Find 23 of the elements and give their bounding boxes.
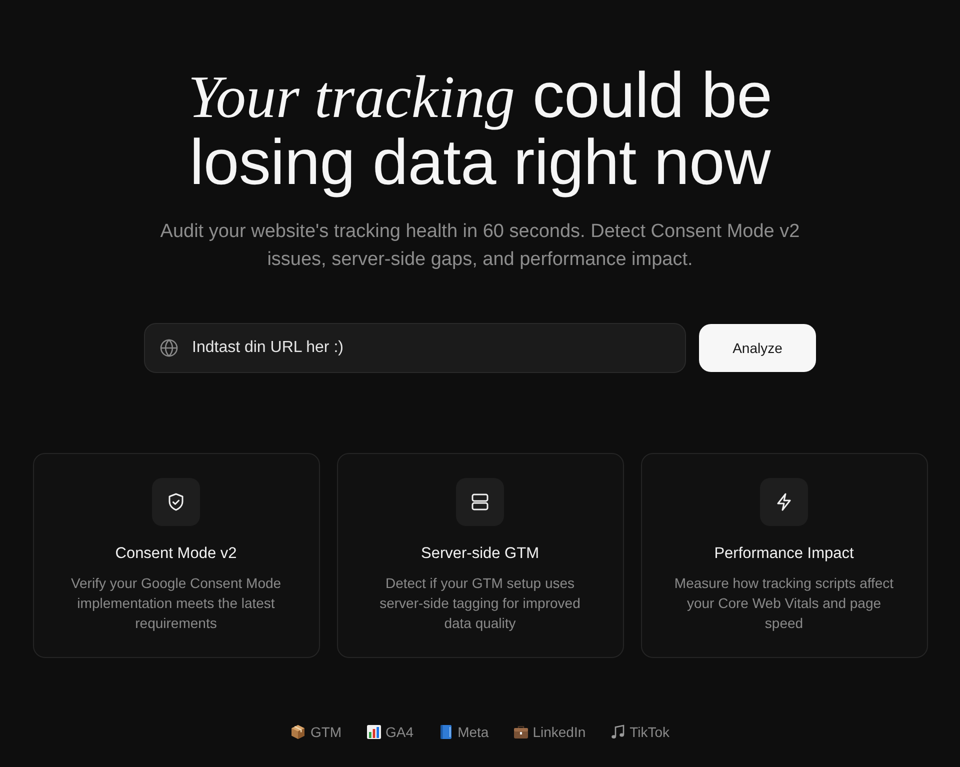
platform-label: GTM	[310, 723, 342, 742]
subtitle: Audit your website's tracking health in 60 seconds. Detect Consent Mode v2 issues, server-side gaps, and performance impact.	[159, 220, 801, 272]
shield-check-icon	[152, 478, 200, 526]
feature-title: Performance Impact	[714, 544, 854, 564]
feature-description: Measure how tracking scripts affect your Core Web Vitals and page speed	[673, 574, 895, 633]
feature-description: Verify your Google Consent Mode implementation meets the latest requirements	[70, 574, 282, 633]
platform-label: LinkedIn	[532, 723, 586, 742]
url-input-field[interactable]: Indtast din URL her :)	[144, 323, 686, 373]
feature-title: Server-side GTM	[421, 544, 539, 564]
platform-label: GA4	[386, 723, 414, 742]
globe-icon	[160, 339, 178, 357]
lightning-icon	[760, 478, 808, 526]
analyze-button[interactable]: Analyze	[699, 324, 816, 372]
server-icon	[456, 478, 504, 526]
package-icon	[290, 724, 306, 740]
platform-label: TikTok	[630, 723, 670, 742]
bar-chart-icon	[366, 724, 382, 740]
feature-description: Detect if your GTM setup uses server-side tagging for improved data quality	[378, 574, 582, 633]
book-icon	[438, 724, 454, 740]
music-note-icon	[610, 724, 626, 740]
briefcase-icon	[512, 724, 529, 740]
feature-title: Consent Mode v2	[115, 544, 237, 564]
platform-label: Meta	[458, 723, 489, 742]
